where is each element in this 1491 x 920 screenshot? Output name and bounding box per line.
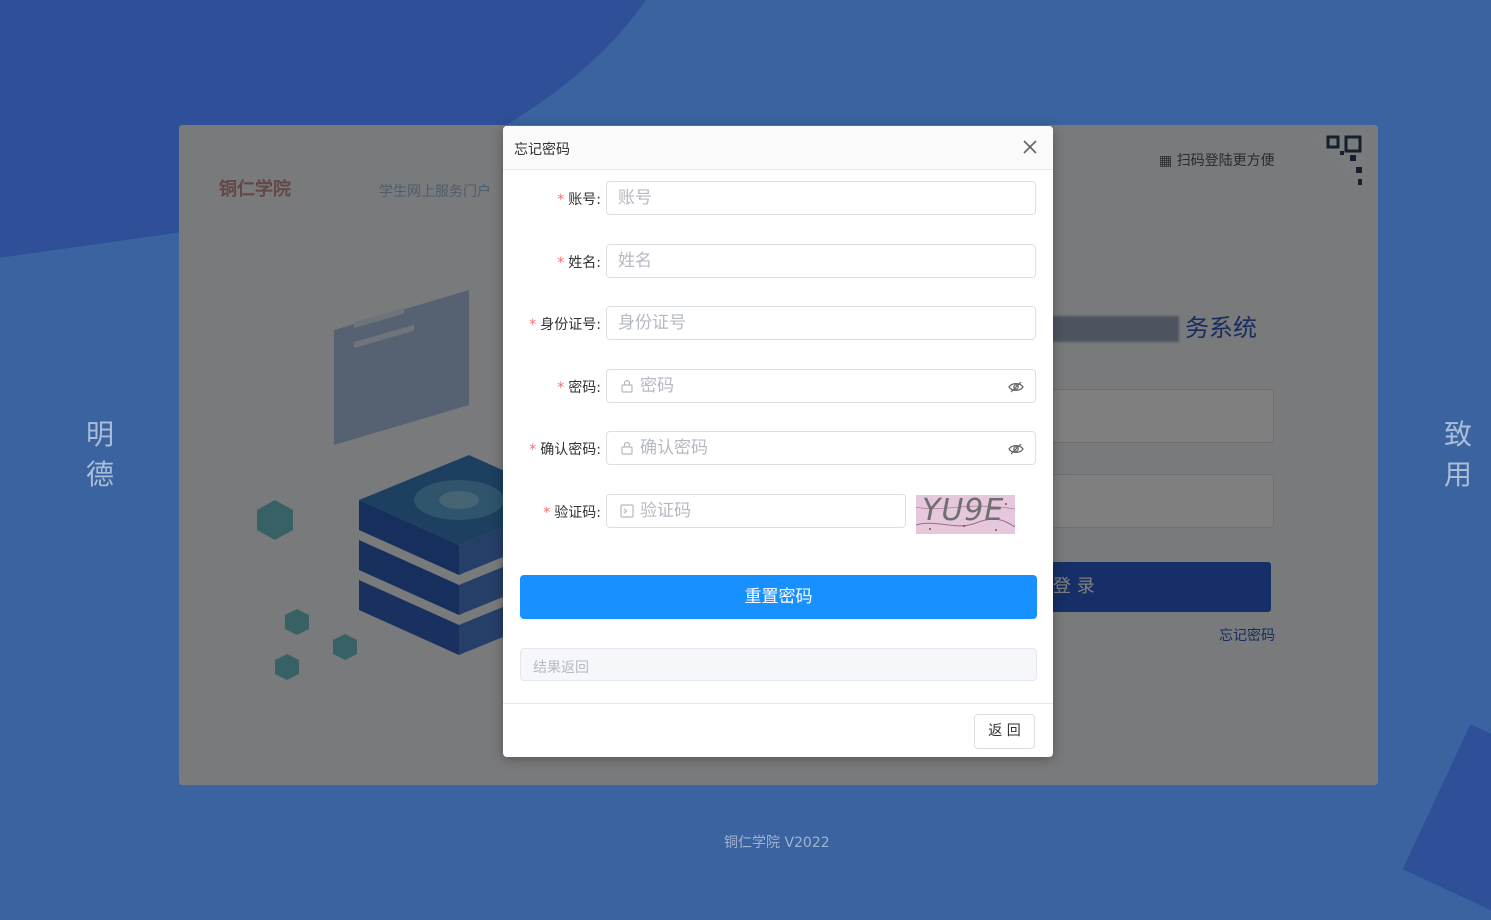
footer-version: 铜仁学院 V2022	[724, 835, 830, 851]
dialog-footer: 返 回	[503, 703, 1053, 758]
required-mark: *	[529, 442, 537, 458]
name-row: * 姓名:	[503, 244, 1053, 278]
eye-hidden-icon[interactable]	[1008, 441, 1024, 457]
lock-icon	[621, 441, 633, 455]
captcha-text: YU9E	[922, 495, 1005, 528]
eye-hidden-icon[interactable]	[1008, 379, 1024, 395]
confirm-password-label: * 确认密码:	[529, 439, 601, 459]
required-mark: *	[557, 192, 565, 208]
result-placeholder: 结果返回	[533, 660, 589, 676]
left-motto: 明德	[85, 418, 114, 491]
account-row: * 账号:	[503, 181, 1053, 215]
name-input[interactable]	[607, 245, 998, 277]
name-label-text: 姓名:	[568, 255, 601, 271]
account-field[interactable]	[606, 181, 1036, 215]
captcha-image[interactable]: YU9E	[916, 495, 1015, 534]
password-field[interactable]	[606, 369, 1036, 403]
required-mark: *	[557, 380, 565, 396]
dialog-title: 忘记密码	[514, 142, 570, 158]
account-label: * 账号:	[557, 189, 601, 209]
name-label: * 姓名:	[557, 252, 601, 272]
required-mark: *	[557, 255, 565, 271]
id-number-label-text: 身份证号:	[540, 317, 601, 333]
required-mark: *	[543, 505, 551, 521]
confirm-password-row: * 确认密码:	[503, 431, 1053, 465]
background-shape-corner	[1402, 724, 1491, 920]
password-label-text: 密码:	[568, 380, 601, 396]
id-number-field[interactable]	[606, 306, 1036, 340]
password-label: * 密码:	[557, 377, 601, 397]
password-row: * 密码:	[503, 369, 1053, 403]
confirm-password-label-text: 确认密码:	[540, 442, 601, 458]
name-field[interactable]	[606, 244, 1036, 278]
confirm-password-input[interactable]	[607, 432, 1020, 464]
password-input[interactable]	[607, 370, 1020, 402]
id-number-label: * 身份证号:	[529, 314, 601, 334]
lock-icon	[621, 379, 633, 393]
forgot-password-dialog: 忘记密码 *账号: *姓名: *身份证号: *密码:	[503, 126, 1053, 757]
required-mark: *	[529, 317, 537, 333]
close-icon[interactable]	[1021, 138, 1039, 156]
captcha-label-text: 验证码:	[554, 505, 601, 521]
terminal-icon	[620, 504, 634, 518]
account-input[interactable]	[607, 182, 998, 214]
id-number-row: * 身份证号:	[503, 306, 1053, 340]
reset-password-button[interactable]: 重置密码	[520, 575, 1037, 619]
dialog-header: 忘记密码	[503, 126, 1053, 170]
back-button[interactable]: 返 回	[974, 714, 1035, 749]
captcha-row: *验证码: YU9E	[503, 494, 1053, 536]
confirm-password-field[interactable]	[606, 431, 1036, 465]
captcha-field[interactable]	[606, 494, 906, 528]
captcha-input[interactable]	[607, 495, 890, 527]
result-output: 结果返回	[520, 648, 1037, 681]
right-motto: 致用	[1443, 418, 1472, 491]
account-label-text: 账号:	[568, 192, 601, 208]
id-number-input[interactable]	[607, 307, 998, 339]
captcha-label: * 验证码:	[543, 502, 601, 522]
